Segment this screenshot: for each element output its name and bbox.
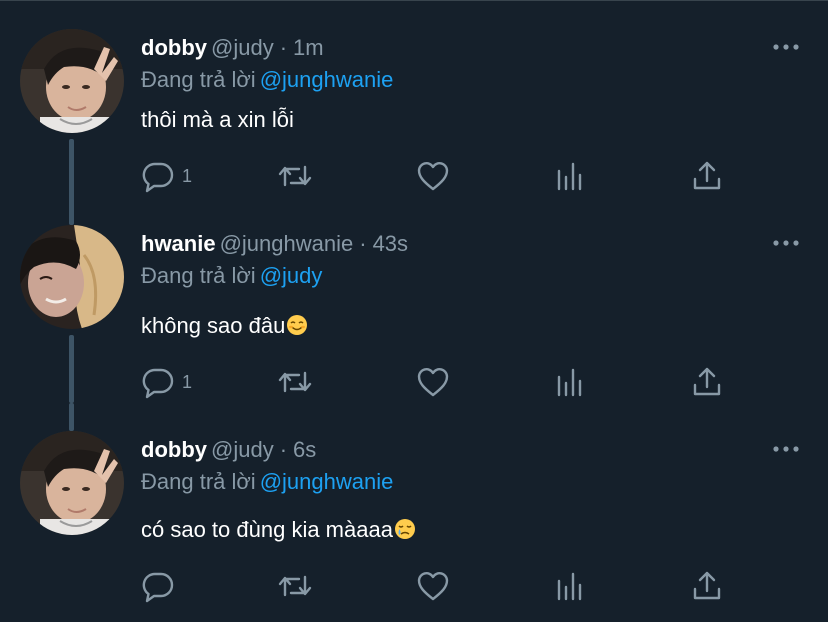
separator-dot: · <box>279 35 288 60</box>
share-button[interactable] <box>691 569 723 603</box>
analytics-icon <box>555 159 585 193</box>
reply-icon <box>141 159 175 193</box>
thread-connector-line <box>69 403 74 431</box>
tweet-text: không sao đâu <box>141 313 308 339</box>
display-name[interactable]: hwanie <box>141 231 216 256</box>
share-icon <box>691 365 723 399</box>
retweet-icon <box>277 159 313 193</box>
share-button[interactable] <box>691 365 723 399</box>
thread-connector-line <box>69 197 74 225</box>
reply-count: 1 <box>182 371 193 392</box>
replying-to-label: Đang trả lời <box>141 469 256 494</box>
more-options-icon[interactable] <box>770 439 802 459</box>
timestamp[interactable]: 43s <box>373 231 408 256</box>
reply-button[interactable] <box>141 569 182 603</box>
retweet-icon <box>277 569 313 603</box>
tweet-text: có sao to đùng kia màaaa <box>141 517 416 543</box>
separator-dot: · <box>279 437 288 462</box>
tweet-text-content: có sao to đùng kia màaaa <box>141 517 393 542</box>
retweet-button[interactable] <box>277 569 313 603</box>
reply-button[interactable]: 1 <box>141 159 192 193</box>
reply-button[interactable]: 1 <box>141 365 192 399</box>
tweet-header: dobby @judy · 1m <box>141 35 324 61</box>
thread-connector-line <box>69 335 74 403</box>
analytics-button[interactable] <box>555 159 585 193</box>
replying-to-line: Đang trả lời @junghwanie <box>141 67 393 93</box>
tweet-actions: 1 <box>141 159 741 193</box>
reply-to-mention[interactable]: @junghwanie <box>260 67 394 92</box>
replying-to-label: Đang trả lời <box>141 67 256 92</box>
retweet-button[interactable] <box>277 159 313 193</box>
tweet-actions: 1 <box>141 365 741 399</box>
analytics-button[interactable] <box>555 569 585 603</box>
retweet-icon <box>277 365 313 399</box>
display-name[interactable]: dobby <box>141 35 207 60</box>
reply-to-mention[interactable]: @junghwanie <box>260 469 394 494</box>
reply-icon <box>141 569 175 603</box>
share-icon <box>691 569 723 603</box>
tweet-text: thôi mà a xin lỗi <box>141 107 294 133</box>
analytics-icon <box>555 569 585 603</box>
tweet[interactable]: dobby @judy · 1m Đang trả lời @junghwanie th… <box>0 1 828 207</box>
heart-icon <box>416 365 450 399</box>
tweet-text-content: thôi mà a xin lỗi <box>141 107 294 132</box>
tweet-text-content: không sao đâu <box>141 313 286 338</box>
tweet[interactable]: dobby @judy · 6s Đang trả lời @junghwanie có… <box>0 403 828 622</box>
tweet-header: hwanie @junghwanie · 43s <box>141 231 408 257</box>
share-button[interactable] <box>691 159 723 193</box>
retweet-button[interactable] <box>277 365 313 399</box>
replying-to-line: Đang trả lời @judy <box>141 263 322 289</box>
more-options-icon[interactable] <box>770 233 802 253</box>
reply-to-mention[interactable]: @judy <box>260 263 323 288</box>
tweet[interactable]: hwanie @junghwanie · 43s Đang trả lời @judy … <box>0 197 828 403</box>
heart-icon <box>416 569 450 603</box>
smiling-face-emoji <box>286 314 308 336</box>
display-name[interactable]: dobby <box>141 437 207 462</box>
share-icon <box>691 159 723 193</box>
avatar[interactable] <box>20 29 124 133</box>
more-options-icon[interactable] <box>770 37 802 57</box>
conversation-thread: dobby @judy · 1m Đang trả lời @junghwanie th… <box>0 0 828 622</box>
heart-icon <box>416 159 450 193</box>
timestamp[interactable]: 1m <box>293 35 324 60</box>
replying-to-line: Đang trả lời @junghwanie <box>141 469 393 495</box>
like-button[interactable] <box>416 159 450 193</box>
avatar[interactable] <box>20 431 124 535</box>
user-handle[interactable]: @judy <box>211 437 274 462</box>
analytics-button[interactable] <box>555 365 585 399</box>
reply-icon <box>141 365 175 399</box>
tweet-actions <box>141 569 741 603</box>
user-handle[interactable]: @junghwanie <box>220 231 354 256</box>
like-button[interactable] <box>416 365 450 399</box>
replying-to-label: Đang trả lời <box>141 263 256 288</box>
timestamp[interactable]: 6s <box>293 437 316 462</box>
tweet-header: dobby @judy · 6s <box>141 437 316 463</box>
user-handle[interactable]: @judy <box>211 35 274 60</box>
analytics-icon <box>555 365 585 399</box>
reply-count: 1 <box>182 165 193 186</box>
crying-face-emoji <box>394 518 416 540</box>
like-button[interactable] <box>416 569 450 603</box>
separator-dot: · <box>359 231 367 256</box>
avatar[interactable] <box>20 225 124 329</box>
